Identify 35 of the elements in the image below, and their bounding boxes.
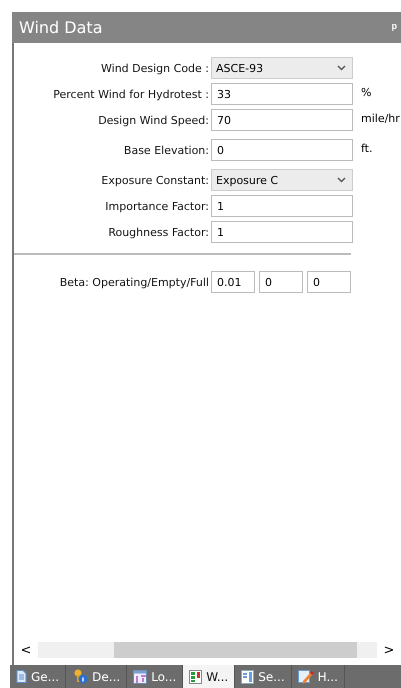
list-icon: [241, 670, 254, 684]
chevron-down-icon: [337, 65, 346, 71]
input-field[interactable]: 1: [211, 221, 353, 243]
field-label: Exposure Constant:: [100, 174, 210, 186]
grid-icon: [133, 670, 148, 684]
unit-label: mile/hr: [361, 112, 400, 125]
input-field[interactable]: 33: [211, 83, 353, 105]
dropdown[interactable]: ASCE-93: [211, 57, 353, 79]
panel-title: Wind Data: [19, 18, 102, 37]
unit-label: %: [361, 86, 372, 99]
scrollbar-thumb[interactable]: [114, 642, 357, 658]
scroll-right-button[interactable]: >: [377, 642, 401, 658]
unit-label: ft.: [361, 142, 372, 155]
input-field[interactable]: 0: [259, 271, 303, 293]
scroll-left-button[interactable]: <: [14, 642, 38, 658]
dropdown[interactable]: Exposure C: [211, 169, 353, 191]
field-label: Percent Wind for Hydrotest :: [52, 88, 210, 100]
field-label: Importance Factor:: [104, 200, 210, 212]
field-label: Beta: Operating/Empty/Full: [58, 276, 210, 288]
input-field[interactable]: 0: [211, 139, 353, 161]
tab[interactable]: W...: [183, 665, 236, 688]
field-label: Design Wind Speed:: [97, 114, 210, 126]
document-icon: [16, 670, 27, 683]
input-field[interactable]: 70: [211, 109, 353, 131]
field-label: Base Elevation:: [122, 144, 210, 156]
input-field[interactable]: 0.01: [211, 271, 255, 293]
input-field[interactable]: 1: [211, 195, 353, 217]
field-label: Wind Design Code :: [100, 62, 210, 74]
bars-icon: [189, 670, 202, 684]
chevron-down-icon: [337, 177, 346, 183]
edit-icon: [298, 669, 314, 684]
field-label: Roughness Factor:: [107, 226, 210, 238]
input-field[interactable]: 0: [307, 271, 351, 293]
key-info-icon: [72, 669, 88, 684]
pin-button[interactable]: ᵖ: [392, 20, 397, 35]
